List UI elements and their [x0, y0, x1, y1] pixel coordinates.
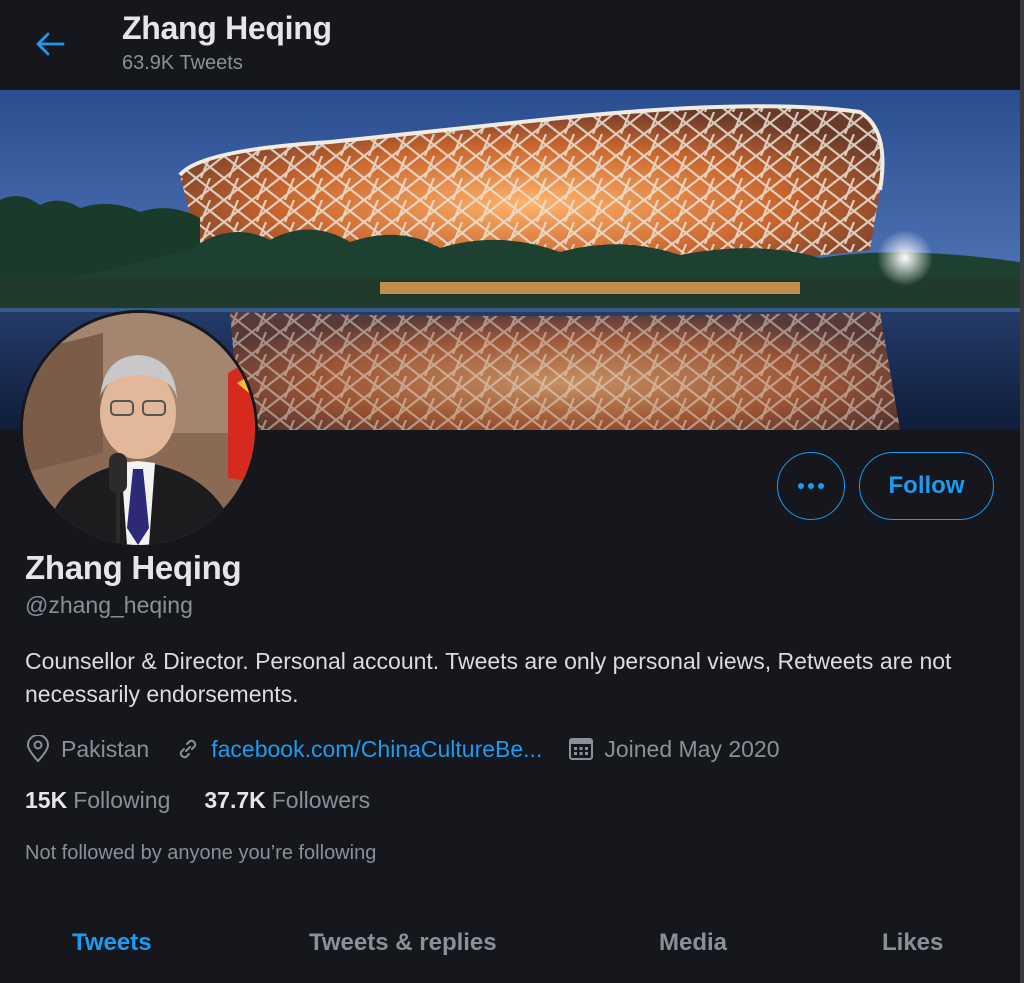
website-link[interactable]: facebook.com/ChinaCultureBe...: [211, 736, 542, 763]
location-text: Pakistan: [61, 735, 150, 762]
profile-avatar[interactable]: [20, 310, 258, 548]
window-edge: [1020, 0, 1024, 983]
tab-media[interactable]: Media: [659, 929, 727, 957]
more-options-icon: [798, 483, 824, 489]
profile-handle: @zhang_heqing: [25, 592, 193, 618]
followers-label: Followers: [271, 787, 371, 813]
location-item: Pakistan: [25, 735, 149, 763]
joined-text: Joined May 2020: [604, 735, 780, 762]
link-icon: [180, 739, 197, 759]
back-arrow-icon: [36, 32, 65, 56]
follow-stats: 15K Following 37.7K Followers: [25, 787, 404, 814]
location-pin-icon: [26, 735, 50, 763]
joined-item: Joined May 2020: [568, 735, 780, 763]
website-item: facebook.com/ChinaCultureBe...: [175, 736, 542, 763]
profile-bio: Counsellor & Director. Personal account.…: [25, 648, 952, 707]
avatar-image: [23, 313, 255, 545]
more-options-button[interactable]: [777, 452, 845, 520]
following-stat[interactable]: 15K Following: [25, 787, 170, 814]
header-tweet-count: 63.9K Tweets: [122, 52, 243, 74]
following-count: 15K: [25, 787, 68, 813]
profile-name: Zhang Heqing: [25, 549, 242, 586]
followers-stat[interactable]: 37.7K Followers: [204, 787, 370, 814]
follow-button[interactable]: Follow: [859, 452, 994, 520]
followers-count: 37.7K: [204, 787, 266, 813]
tab-tweets[interactable]: Tweets: [72, 929, 152, 957]
profile-header: Zhang Heqing 63.9K Tweets: [0, 0, 1020, 90]
tab-likes[interactable]: Likes: [882, 929, 943, 957]
tab-tweets-and-replies[interactable]: Tweets & replies: [309, 929, 497, 957]
back-button[interactable]: [28, 22, 72, 66]
mutuals-note: Not followed by anyone you’re following: [25, 842, 377, 864]
calendar-icon: [569, 738, 594, 760]
following-label: Following: [73, 787, 171, 813]
profile-tabs: Tweets Tweets & replies Media Likes: [0, 905, 1020, 983]
header-title: Zhang Heqing: [122, 10, 332, 46]
profile-meta: Pakistan facebook.com/ChinaCultureBe... …: [25, 732, 806, 766]
